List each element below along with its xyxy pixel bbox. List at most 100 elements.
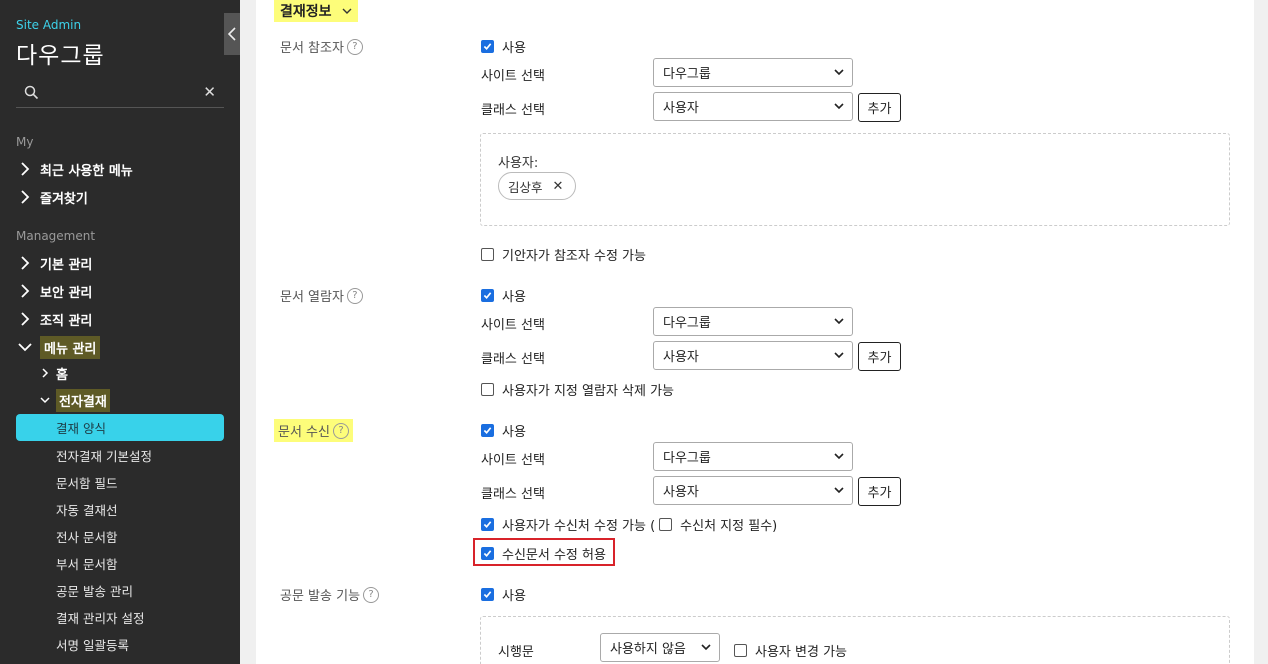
checkbox-unchecked-icon <box>734 644 747 657</box>
search-icon <box>24 85 39 100</box>
site-admin-label: Site Admin <box>16 18 82 32</box>
ref-class-select-label: 클래스 선택 <box>481 103 545 118</box>
checkbox-checked-icon <box>481 40 494 53</box>
help-icon[interactable]: ? <box>332 422 349 439</box>
sub-item-approval[interactable]: 전자결재 <box>40 388 110 412</box>
receive-label: 문서 수신 <box>278 425 330 440</box>
ref-row-label: 문서 참조자 ? <box>280 37 363 56</box>
receive-allow-edit-label: 수신문서 수정 허용 <box>502 548 606 563</box>
help-icon[interactable]: ? <box>346 287 363 304</box>
section-title[interactable]: 결재정보 <box>274 0 358 22</box>
nav-item-organization[interactable]: 조직 관리 <box>18 308 92 330</box>
receive-site-select-label: 사이트 선택 <box>481 453 545 468</box>
user-change-checkbox[interactable]: 사용자 변경 가능 <box>734 641 847 660</box>
ref-site-select-label: 사이트 선택 <box>481 69 545 84</box>
receive-allow-edit-checkbox[interactable]: 수신문서 수정 허용 <box>481 544 606 563</box>
nav-item-label: 메뉴 관리 <box>40 335 101 359</box>
drafter-edit-checkbox[interactable]: 기안자가 참조자 수정 가능 <box>481 245 646 264</box>
receive-site-select[interactable]: 다우그룹 <box>653 442 853 471</box>
receive-required-label: 수신처 지정 필수) <box>680 519 778 534</box>
sidebar: Site Admin 다우그룹 ✕ My 최근 사용한 메뉴 즐겨찾기 Mana… <box>0 0 240 664</box>
receive-required-checkbox[interactable] <box>659 518 673 531</box>
sidebar-collapse-button[interactable] <box>224 13 240 55</box>
chevron-right-icon <box>21 312 30 326</box>
nav-item-favorites[interactable]: 즐겨찾기 <box>18 186 88 208</box>
viewer-add-button[interactable]: 추가 <box>858 342 901 371</box>
nav-item-label: 기본 관리 <box>40 257 93 273</box>
chevron-right-icon <box>21 284 30 298</box>
ref-site-select[interactable]: 다우그룹 <box>653 58 853 87</box>
sub-item-label: 홈 <box>56 367 68 383</box>
help-icon[interactable]: ? <box>346 38 363 55</box>
select-value: 사용자 <box>663 485 699 500</box>
receive-class-select[interactable]: 사용자 <box>653 476 853 505</box>
section-label-management: Management <box>16 229 96 243</box>
use-label: 사용 <box>502 41 526 56</box>
chevron-right-icon <box>21 162 30 176</box>
user-box-label: 사용자: <box>498 156 539 171</box>
viewer-label: 문서 열람자 <box>280 290 344 305</box>
section-label-my: My <box>16 135 34 149</box>
chevron-right-icon <box>21 256 30 270</box>
leaf-dept-docbox[interactable]: 부서 문서함 <box>56 554 117 573</box>
chevron-down-icon <box>834 352 844 359</box>
nav-item-basic[interactable]: 기본 관리 <box>18 252 92 274</box>
checkbox-checked-icon <box>481 588 494 601</box>
user-tag: 김상후 ✕ <box>498 172 577 200</box>
user-change-label: 사용자 변경 가능 <box>755 645 847 660</box>
checkbox-checked-icon <box>481 518 494 531</box>
chevron-left-icon <box>228 27 236 41</box>
sidebar-search: ✕ <box>16 80 224 108</box>
nav-item-menu[interactable]: 메뉴 관리 <box>18 335 101 359</box>
remove-tag-icon[interactable]: ✕ <box>553 179 564 194</box>
leaf-company-docbox[interactable]: 전사 문서함 <box>56 527 117 546</box>
sub-item-label: 전자결재 <box>56 388 110 412</box>
select-value: 다우그룹 <box>663 67 711 82</box>
use-label: 사용 <box>502 589 526 604</box>
select-value: 사용자 <box>663 101 699 116</box>
clear-search-icon[interactable]: ✕ <box>203 83 216 101</box>
viewer-delete-label: 사용자가 지정 열람자 삭제 가능 <box>502 384 675 399</box>
official-use-checkbox[interactable]: 사용 <box>481 585 526 604</box>
receive-user-edit-checkbox[interactable]: 사용자가 수신처 수정 가능 ( 수신처 지정 필수) <box>481 515 777 534</box>
ref-use-checkbox[interactable]: 사용 <box>481 37 526 56</box>
ref-label: 문서 참조자 <box>280 41 344 56</box>
receive-row-label: 문서 수신 ? <box>274 419 353 442</box>
official-row-label: 공문 발송 기능 ? <box>280 585 380 604</box>
receive-add-button[interactable]: 추가 <box>858 477 901 506</box>
sub-item-home[interactable]: 홈 <box>40 362 68 384</box>
help-icon[interactable]: ? <box>363 586 380 603</box>
receive-class-select-label: 클래스 선택 <box>481 487 545 502</box>
receive-use-checkbox[interactable]: 사용 <box>481 421 526 440</box>
ref-add-button[interactable]: 추가 <box>858 93 901 122</box>
ref-class-select[interactable]: 사용자 <box>653 92 853 121</box>
leaf-approval-settings[interactable]: 전자결재 기본설정 <box>56 446 152 465</box>
checkbox-checked-icon <box>481 289 494 302</box>
chevron-down-icon <box>342 8 352 14</box>
leaf-auto-approval-line[interactable]: 자동 결재선 <box>56 500 117 519</box>
leaf-approval-admin[interactable]: 결재 관리자 설정 <box>56 608 144 627</box>
leaf-docbox-field[interactable]: 문서함 필드 <box>56 473 117 492</box>
nav-item-label: 즐겨찾기 <box>40 191 88 207</box>
receive-user-edit-label: 사용자가 수신처 수정 가능 ( <box>502 519 656 534</box>
nav-item-security[interactable]: 보안 관리 <box>18 280 92 302</box>
viewer-site-select[interactable]: 다우그룹 <box>653 307 853 336</box>
viewer-use-checkbox[interactable]: 사용 <box>481 286 526 305</box>
select-value: 사용자 <box>663 350 699 365</box>
viewer-class-select[interactable]: 사용자 <box>653 341 853 370</box>
drafter-edit-label: 기안자가 참조자 수정 가능 <box>502 249 646 264</box>
viewer-class-select-label: 클래스 선택 <box>481 352 545 367</box>
checkbox-checked-icon <box>481 547 494 560</box>
leaf-approval-form[interactable]: 결재 양식 <box>16 414 224 441</box>
section-title-label: 결재정보 <box>280 4 332 20</box>
leaf-signature-bulk[interactable]: 서명 일괄등록 <box>56 635 129 654</box>
sidebar-search-input[interactable] <box>44 82 204 104</box>
select-value: 사용하지 않음 <box>610 642 686 657</box>
viewer-delete-checkbox[interactable]: 사용자가 지정 열람자 삭제 가능 <box>481 380 674 399</box>
select-value: 다우그룹 <box>663 316 711 331</box>
leaf-official-dispatch[interactable]: 공문 발송 관리 <box>56 581 133 600</box>
viewer-site-select-label: 사이트 선택 <box>481 318 545 333</box>
exec-select[interactable]: 사용하지 않음 <box>600 633 720 662</box>
nav-item-recent[interactable]: 최근 사용한 메뉴 <box>18 158 133 180</box>
main-content: 결재정보 문서 참조자 ? 사용 사이트 선택 다우그룹 클래스 선택 사용자 … <box>256 0 1254 664</box>
